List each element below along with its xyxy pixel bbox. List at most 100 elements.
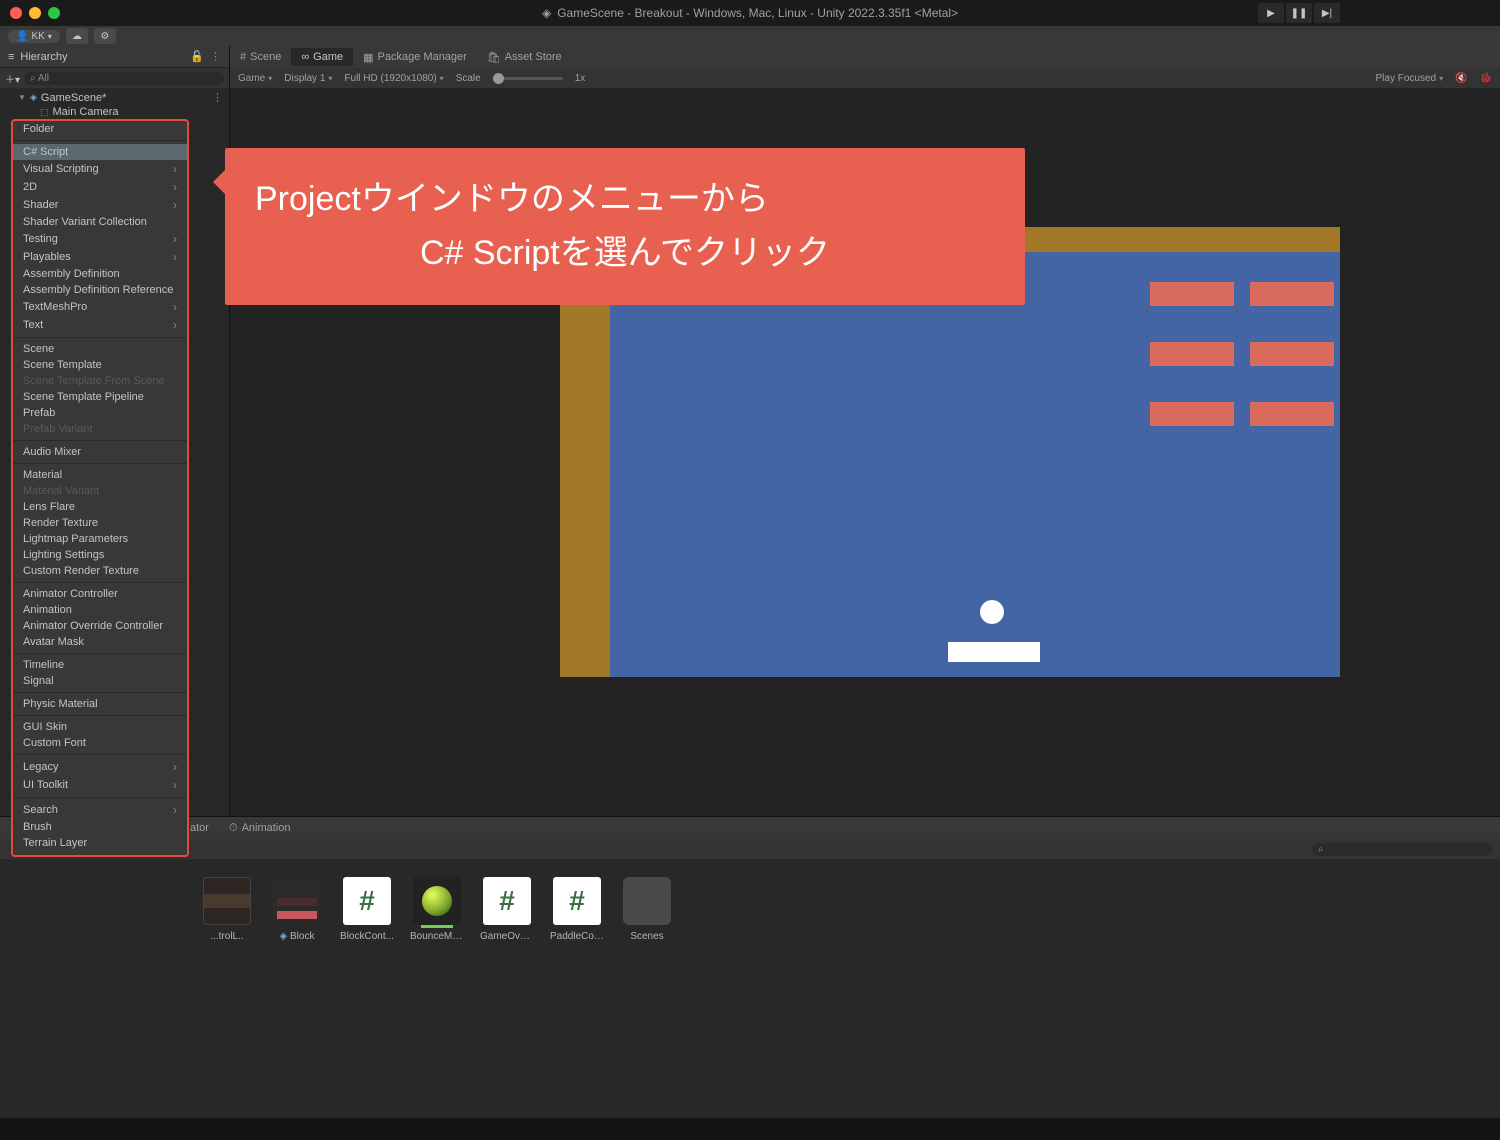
hierarchy-icon: ≡ — [8, 51, 14, 63]
ctx-item-animator-override-controller[interactable]: Animator Override Controller — [13, 618, 187, 634]
scale-slider[interactable] — [493, 77, 563, 80]
tab-asset-store[interactable]: 🛍Asset Store — [477, 48, 572, 67]
ctx-item-lighting-settings[interactable]: Lighting Settings — [13, 547, 187, 563]
ctx-item-playables[interactable]: Playables — [13, 248, 187, 266]
asset-icon: # — [483, 877, 531, 925]
ctx-item-textmeshpro[interactable]: TextMeshPro — [13, 298, 187, 316]
ctx-item-lens-flare[interactable]: Lens Flare — [13, 499, 187, 515]
ctx-item-render-texture[interactable]: Render Texture — [13, 515, 187, 531]
brick — [1250, 282, 1334, 306]
scene-tab-icon: # — [240, 51, 246, 63]
scene-menu-icon[interactable]: ⋮ — [212, 91, 223, 104]
tab-package-manager[interactable]: ▦Package Manager — [353, 48, 477, 67]
step-button[interactable]: ▶| — [1314, 3, 1340, 23]
asset-label: ◈ Block — [270, 931, 324, 942]
ctx-item-assembly-definition-reference[interactable]: Assembly Definition Reference — [13, 282, 187, 298]
tab-game[interactable]: ∞Game — [291, 48, 353, 66]
search-icon: ⌕ — [1318, 844, 1324, 855]
slider-thumb[interactable] — [493, 73, 504, 84]
ctx-item-visual-scripting[interactable]: Visual Scripting — [13, 160, 187, 178]
scene-row[interactable]: ▼ ◈ GameScene* ⋮ — [0, 90, 229, 105]
ctx-item-animator-controller[interactable]: Animator Controller — [13, 586, 187, 602]
project-item[interactable]: #BlockCont... — [340, 877, 394, 942]
ctx-item-lightmap-parameters[interactable]: Lightmap Parameters — [13, 531, 187, 547]
ctx-item-terrain-layer[interactable]: Terrain Layer — [13, 835, 187, 851]
account-button[interactable]: 👤 KK ▾ — [8, 30, 60, 43]
ctx-item-gui-skin[interactable]: GUI Skin — [13, 719, 187, 735]
ctx-item-material[interactable]: Material — [13, 467, 187, 483]
asset-icon: # — [553, 877, 601, 925]
ctx-item-testing[interactable]: Testing — [13, 230, 187, 248]
debug-icon[interactable]: 🐞 — [1480, 73, 1492, 84]
hierarchy-toolbar: ＋▾ ⌕ All — [0, 68, 229, 88]
add-button[interactable]: ＋▾ — [5, 71, 20, 86]
mute-icon[interactable]: 🔇 — [1455, 73, 1467, 84]
project-item[interactable]: ◈ Block — [270, 877, 324, 942]
chevron-down-icon: ▾ — [48, 32, 52, 41]
maximize-icon[interactable] — [48, 7, 60, 19]
ctx-item-scene-template-pipeline[interactable]: Scene Template Pipeline — [13, 389, 187, 405]
project-tabs: ator ⏱Animation — [0, 817, 1500, 839]
ctx-item-audio-mixer[interactable]: Audio Mixer — [13, 444, 187, 460]
ctx-item-search[interactable]: Search — [13, 801, 187, 819]
asset-icon — [203, 877, 251, 925]
ctx-item-avatar-mask[interactable]: Avatar Mask — [13, 634, 187, 650]
resolution-dropdown[interactable]: Full HD (1920x1080) — [344, 73, 443, 84]
minimize-icon[interactable] — [29, 7, 41, 19]
ctx-item-shader-variant-collection[interactable]: Shader Variant Collection — [13, 214, 187, 230]
hierarchy-tab[interactable]: ≡ Hierarchy 🔓 ⋮ — [0, 46, 229, 68]
search-hint: All — [38, 73, 49, 84]
project-item[interactable]: #GameOver... — [480, 877, 534, 942]
expand-icon[interactable]: ▼ — [18, 93, 26, 102]
ctx-item-physic-material[interactable]: Physic Material — [13, 696, 187, 712]
ctx-item-animation[interactable]: Animation — [13, 602, 187, 618]
gameobject-row[interactable]: ⬚ Main Camera — [0, 105, 229, 119]
play-focused-dropdown[interactable]: Play Focused — [1375, 73, 1443, 84]
submenu-icon — [173, 198, 177, 212]
brick — [1250, 342, 1334, 366]
brick — [1250, 402, 1334, 426]
pause-button[interactable]: ❚❚ — [1286, 3, 1312, 23]
asset-icon — [413, 877, 461, 925]
ctx-item-prefab[interactable]: Prefab — [13, 405, 187, 421]
hierarchy-search[interactable]: ⌕ All — [24, 72, 224, 85]
submenu-icon — [173, 760, 177, 774]
project-item[interactable]: ...trolL.. — [200, 877, 254, 942]
tab-scene[interactable]: #Scene — [230, 48, 291, 66]
close-icon[interactable] — [10, 7, 22, 19]
project-item[interactable]: Scenes — [620, 877, 674, 942]
panel-menu-icon[interactable]: ⋮ — [210, 50, 221, 63]
ctx-item-2d[interactable]: 2D — [13, 178, 187, 196]
ctx-item-ui-toolkit[interactable]: UI Toolkit — [13, 776, 187, 794]
display-dropdown[interactable]: Display 1 — [284, 73, 332, 84]
ctx-item-folder[interactable]: Folder — [13, 121, 187, 137]
project-search[interactable]: ⌕ — [1312, 843, 1492, 856]
ctx-item-signal[interactable]: Signal — [13, 673, 187, 689]
ctx-item-assembly-definition[interactable]: Assembly Definition — [13, 266, 187, 282]
project-item[interactable]: BounceMa... — [410, 877, 464, 942]
ctx-item-custom-render-texture[interactable]: Custom Render Texture — [13, 563, 187, 579]
ctx-item-c-script[interactable]: C# Script — [13, 144, 187, 160]
project-item[interactable]: #PaddleCon... — [550, 877, 604, 942]
ctx-item-text[interactable]: Text — [13, 316, 187, 334]
ctx-item-legacy[interactable]: Legacy — [13, 758, 187, 776]
asset-label: ...trolL.. — [200, 931, 254, 942]
ctx-item-shader[interactable]: Shader — [13, 196, 187, 214]
ctx-item-custom-font[interactable]: Custom Font — [13, 735, 187, 751]
settings-button[interactable]: ⚙ — [94, 28, 116, 44]
play-button[interactable]: ▶ — [1258, 3, 1284, 23]
ctx-item-scene-template-from-scene: Scene Template From Scene — [13, 373, 187, 389]
unity-logo-icon: ◈ — [542, 6, 551, 20]
title-bar: ◈ GameScene - Breakout - Windows, Mac, L… — [0, 0, 1500, 26]
ctx-item-brush[interactable]: Brush — [13, 819, 187, 835]
game-mode-dropdown[interactable]: Game — [238, 73, 272, 84]
user-label: KK — [31, 31, 44, 42]
ctx-item-scene[interactable]: Scene — [13, 341, 187, 357]
tab-animation[interactable]: ⏱Animation — [219, 819, 301, 838]
ctx-item-timeline[interactable]: Timeline — [13, 657, 187, 673]
submenu-icon — [173, 778, 177, 792]
lock-icon[interactable]: 🔓 — [190, 50, 204, 63]
ctx-item-scene-template[interactable]: Scene Template — [13, 357, 187, 373]
callout-line1: Projectウインドウのメニューから — [255, 172, 995, 226]
cloud-button[interactable]: ☁ — [66, 28, 88, 44]
